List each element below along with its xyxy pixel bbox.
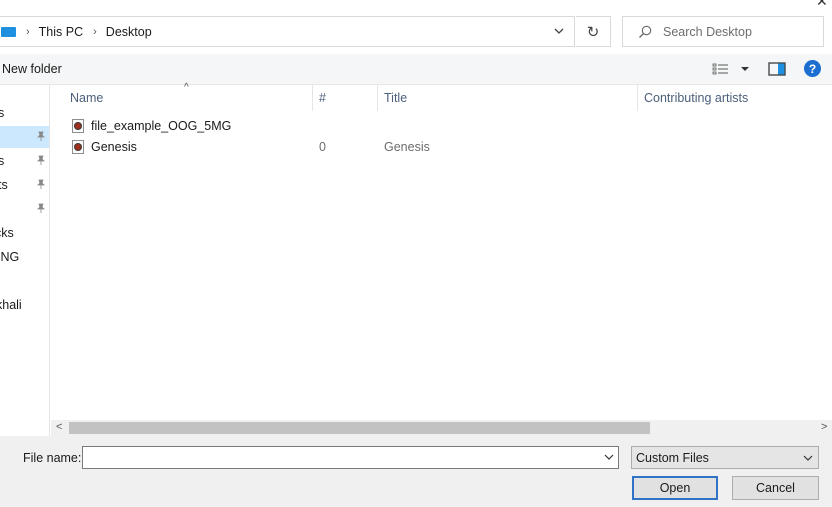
breadcrumb-this-pc[interactable]: This PC bbox=[39, 25, 83, 39]
new-folder-button[interactable]: New folder bbox=[2, 62, 62, 76]
nav-item[interactable]: cks bbox=[0, 222, 49, 244]
file-name-label: File name: bbox=[23, 451, 82, 465]
refresh-icon: ↻ bbox=[586, 23, 600, 41]
help-button[interactable]: ? bbox=[804, 60, 821, 77]
navigation-pane[interactable]: s s ts cks ING khali bbox=[0, 85, 50, 436]
audio-file-icon bbox=[72, 140, 84, 154]
nav-item[interactable] bbox=[0, 198, 49, 220]
search-icon bbox=[639, 25, 652, 38]
computer-icon bbox=[1, 26, 16, 37]
search-box[interactable] bbox=[622, 16, 824, 47]
chevron-down-icon[interactable] bbox=[552, 24, 566, 38]
scrollbar-thumb[interactable] bbox=[69, 422, 650, 434]
nav-item-label: ts bbox=[0, 178, 8, 192]
close-icon[interactable]: ✕ bbox=[816, 0, 828, 10]
file-name-combobox[interactable] bbox=[82, 446, 619, 469]
nav-item[interactable] bbox=[0, 270, 49, 292]
column-divider[interactable] bbox=[637, 85, 638, 111]
nav-item[interactable]: ING bbox=[0, 246, 49, 268]
column-divider[interactable] bbox=[377, 85, 378, 111]
address-bar[interactable]: › This PC › Desktop bbox=[0, 16, 575, 47]
address-row: ✕ › This PC › Desktop ↻ bbox=[0, 0, 832, 54]
nav-item-label: cks bbox=[0, 226, 14, 240]
column-title[interactable]: Title bbox=[384, 85, 407, 111]
scroll-right-icon[interactable]: > bbox=[821, 421, 827, 433]
toolbar: New folder bbox=[0, 54, 832, 85]
chevron-right-icon[interactable]: › bbox=[93, 26, 97, 38]
file-title: Genesis bbox=[384, 140, 430, 154]
file-name: Genesis bbox=[91, 140, 137, 154]
nav-item-label: ING bbox=[0, 250, 20, 264]
file-name: file_example_OOG_5MG bbox=[91, 119, 232, 133]
nav-item[interactable]: khali bbox=[0, 294, 49, 316]
refresh-button[interactable]: ↻ bbox=[576, 16, 611, 47]
nav-item-label: s bbox=[0, 154, 4, 168]
chevron-down-icon[interactable] bbox=[604, 453, 614, 461]
nav-item-label: s bbox=[0, 106, 4, 120]
file-name-input[interactable] bbox=[83, 447, 593, 468]
nav-item[interactable]: ts bbox=[0, 174, 49, 196]
nav-item-label: khali bbox=[0, 298, 22, 312]
chevron-right-icon[interactable]: › bbox=[26, 26, 30, 38]
file-row[interactable]: Genesis 0 Genesis bbox=[51, 137, 811, 158]
audio-file-icon bbox=[72, 119, 84, 133]
breadcrumb-desktop[interactable]: Desktop bbox=[106, 25, 152, 39]
column-number[interactable]: # bbox=[319, 85, 326, 111]
pin-icon[interactable] bbox=[35, 202, 47, 214]
column-header: ^ Name # Title Contributing artists bbox=[51, 82, 832, 111]
details-view-icon bbox=[712, 63, 728, 75]
scroll-left-icon[interactable]: < bbox=[56, 421, 62, 433]
help-icon: ? bbox=[808, 61, 817, 76]
chevron-down-icon bbox=[803, 455, 813, 461]
pin-icon[interactable] bbox=[35, 178, 47, 190]
open-button[interactable]: Open bbox=[632, 476, 718, 500]
nav-item[interactable]: s bbox=[0, 150, 49, 172]
column-name[interactable]: Name bbox=[70, 85, 103, 111]
sort-ascending-icon: ^ bbox=[184, 82, 189, 93]
file-number: 0 bbox=[319, 140, 326, 154]
file-type-select[interactable]: Custom Files bbox=[631, 446, 819, 469]
dialog-footer: File name: Custom Files Open Cancel bbox=[0, 436, 832, 507]
horizontal-scrollbar[interactable]: < > bbox=[51, 420, 832, 436]
column-divider[interactable] bbox=[312, 85, 313, 111]
column-contributing-artists[interactable]: Contributing artists bbox=[644, 85, 748, 111]
search-input[interactable] bbox=[663, 24, 823, 39]
nav-item[interactable]: s bbox=[0, 102, 49, 124]
pin-icon[interactable] bbox=[35, 130, 47, 142]
pin-icon[interactable] bbox=[35, 154, 47, 166]
nav-item-selected[interactable] bbox=[0, 126, 49, 148]
file-type-value: Custom Files bbox=[636, 451, 709, 465]
cancel-button[interactable]: Cancel bbox=[732, 476, 819, 500]
change-view-button[interactable] bbox=[712, 61, 752, 77]
preview-pane-icon[interactable] bbox=[768, 61, 786, 77]
file-row[interactable]: file_example_OOG_5MG bbox=[51, 116, 811, 137]
caret-down-icon bbox=[741, 67, 749, 71]
